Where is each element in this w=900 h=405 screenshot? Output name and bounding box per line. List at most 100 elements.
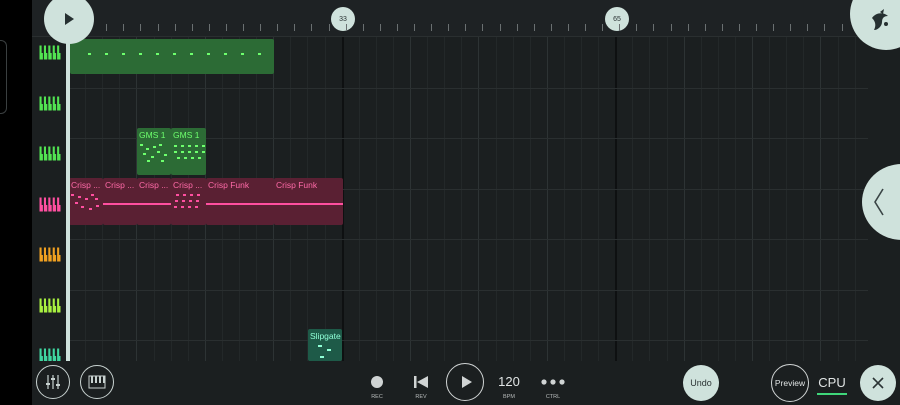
note-mark (75, 202, 78, 204)
ruler-tick (721, 24, 723, 31)
timeline-marker-33[interactable]: 33 (331, 7, 355, 31)
timeline-ruler[interactable]: 33 65 (32, 0, 900, 37)
chevron-left-icon (874, 188, 884, 216)
controls-button[interactable]: CTRL (538, 371, 568, 405)
ruler-tick (773, 24, 775, 31)
transport-bar: REC REV 120 BPM CTRL Undo Preview CPU (32, 361, 900, 405)
note-mark (189, 200, 192, 202)
note-mark (157, 151, 160, 153)
clip-label: Crisp ... (139, 180, 169, 190)
grid-line (598, 37, 600, 361)
ruler-tick (704, 24, 706, 31)
piano-keys-icon[interactable] (39, 247, 61, 262)
pattern-clip-slipgate[interactable]: Slipgate (308, 329, 342, 361)
ruler-tick (157, 24, 159, 31)
piano-roll-button[interactable] (80, 365, 114, 399)
ruler-tick (140, 24, 142, 31)
grid-line (478, 37, 480, 361)
close-button[interactable] (860, 365, 896, 401)
note-mark (105, 53, 108, 55)
note-mark (146, 148, 149, 150)
note-mark (175, 200, 178, 202)
ruler-tick (362, 24, 364, 31)
piano-keys-icon[interactable] (39, 146, 61, 161)
ruler-tick (191, 24, 193, 31)
grid-line (717, 37, 719, 361)
ruler-tick (516, 24, 518, 31)
ruler-tick (414, 24, 415, 31)
ruler-tick (841, 24, 843, 31)
ruler-tick (396, 24, 398, 31)
timeline-marker-65[interactable]: 65 (605, 7, 629, 31)
track-divider (68, 87, 868, 89)
ruler-tick (311, 24, 313, 31)
marker-label: 33 (339, 15, 347, 23)
ruler-tick (499, 24, 501, 31)
ruler-tick (482, 24, 484, 31)
undo-label: Undo (690, 378, 712, 388)
cpu-label: CPU (818, 375, 846, 390)
playhead[interactable] (66, 36, 70, 361)
ruler-tick (379, 24, 381, 31)
ruler-tick (636, 24, 638, 31)
ruler-tick (533, 24, 535, 31)
clip-label: Slipgate (310, 331, 341, 341)
playlist-grid[interactable]: GMS 1 GMS 1 Crisp ... Crisp ... Crisp ..… (68, 37, 868, 361)
piano-keys-icon[interactable] (39, 45, 61, 60)
track-divider (68, 239, 868, 240)
pattern-clip-gms-1[interactable]: GMS 1 (171, 128, 206, 175)
side-handle[interactable] (0, 40, 7, 114)
track-header-column (32, 37, 68, 363)
ruler-tick (174, 24, 176, 31)
rewind-icon (414, 376, 428, 388)
undo-button[interactable]: Undo (683, 365, 719, 401)
rewind-button[interactable]: REV (406, 371, 436, 405)
pattern-clip-crisp[interactable]: Crisp ... (137, 178, 171, 225)
pattern-clip-crisp[interactable]: Crisp ... (171, 178, 206, 225)
cpu-meter[interactable]: CPU (816, 373, 848, 397)
clip-label: Crisp ... (105, 180, 135, 190)
record-button[interactable]: REC (362, 371, 392, 405)
note-mark (184, 157, 187, 159)
mixer-icon (46, 375, 60, 389)
close-icon (872, 377, 884, 389)
ruler-tick (585, 24, 586, 31)
note-mark (195, 145, 198, 147)
clip-label: Crisp ... (173, 180, 203, 190)
piano-keys-icon[interactable] (39, 297, 61, 313)
pattern-clip-gms-1[interactable]: GMS 1 (137, 128, 171, 175)
grid-line (546, 37, 548, 361)
grid-line (632, 37, 634, 361)
note-mark (181, 145, 184, 147)
note-mark (78, 196, 81, 198)
note-mark (88, 53, 91, 55)
note-mark (151, 156, 154, 158)
note-mark (174, 151, 177, 153)
record-icon (371, 376, 383, 388)
ruler-tick (243, 24, 244, 31)
grid-line (410, 37, 411, 361)
play-button[interactable] (446, 363, 484, 401)
pattern-clip-crisp-funk[interactable]: Crisp Funk (206, 178, 274, 225)
tempo-control[interactable]: 120 BPM (494, 371, 524, 405)
note-mark (159, 144, 162, 146)
ruler-tick (790, 24, 792, 31)
grid-line (734, 37, 736, 361)
pattern-clip[interactable] (70, 39, 274, 74)
playlist-app: 33 65 GMS 1 GMS 1 Crisp ... Crisp ... Cr… (0, 0, 900, 405)
piano-keys-icon[interactable] (39, 95, 61, 111)
ruler-tick (123, 24, 125, 31)
preview-button[interactable]: Preview (771, 364, 809, 402)
note-mark (89, 208, 92, 210)
note-mark (173, 53, 176, 55)
pattern-clip-crisp-funk[interactable]: Crisp Funk (274, 178, 343, 225)
note-mark (156, 53, 159, 55)
grid-line (581, 37, 582, 361)
grid-line (392, 37, 394, 361)
note-mark (153, 146, 156, 148)
piano-keys-icon[interactable] (39, 196, 61, 212)
mixer-button[interactable] (36, 365, 70, 399)
pattern-clip-crisp[interactable]: Crisp ... (69, 178, 103, 225)
pattern-clip-crisp[interactable]: Crisp ... (103, 178, 137, 225)
note-mark (91, 194, 94, 196)
